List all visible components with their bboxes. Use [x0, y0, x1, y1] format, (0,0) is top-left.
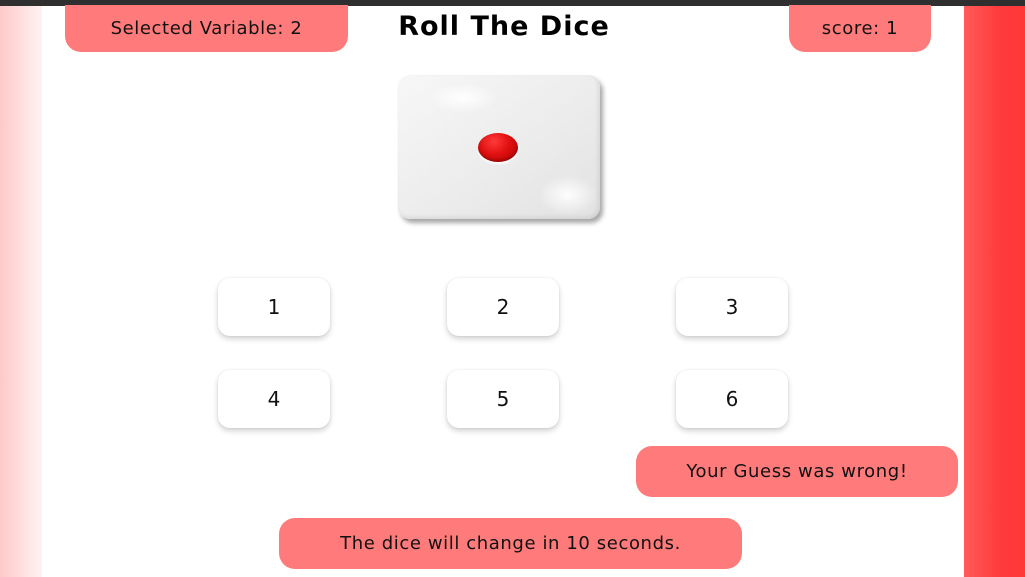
dice-highlight [428, 83, 498, 113]
selected-variable-text: Selected Variable: 2 [110, 18, 303, 39]
guess-button-5[interactable]: 5 [447, 370, 559, 428]
dice-face [398, 75, 600, 219]
guess-button-6[interactable]: 6 [676, 370, 788, 428]
dice-highlight [538, 175, 598, 215]
timer-message: The dice will change in 10 seconds. [279, 518, 742, 569]
score-text: score: 1 [821, 18, 899, 39]
guess-button-2[interactable]: 2 [447, 278, 559, 336]
result-text: Your Guess was wrong! [686, 461, 908, 482]
dice-pip [478, 133, 518, 162]
left-gradient-band [0, 6, 42, 577]
selected-variable-badge: Selected Variable: 2 [65, 5, 348, 52]
guess-button-4[interactable]: 4 [218, 370, 330, 428]
right-gradient-band [964, 6, 1025, 577]
guess-button-3[interactable]: 3 [676, 278, 788, 336]
guess-button-1[interactable]: 1 [218, 278, 330, 336]
page-title: Roll The Dice [398, 11, 610, 42]
score-badge: score: 1 [789, 5, 931, 52]
timer-text: The dice will change in 10 seconds. [340, 533, 681, 554]
result-message: Your Guess was wrong! [636, 446, 958, 497]
